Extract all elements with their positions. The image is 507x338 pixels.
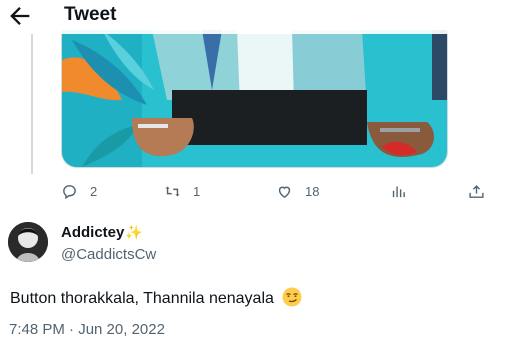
analytics-icon <box>392 186 405 197</box>
sparkles-icon: ✨ <box>125 224 143 240</box>
like-icon <box>278 186 291 198</box>
back-arrow-icon <box>10 7 30 25</box>
reply-button[interactable]: 2 <box>61 177 97 205</box>
reply-count: 2 <box>90 183 98 199</box>
author-name[interactable]: Addictey✨ <box>61 224 143 241</box>
retweet-count: 1 <box>193 183 201 199</box>
tweet-timestamp[interactable]: 7:48 PM · Jun 20, 2022 <box>9 321 165 338</box>
avatar[interactable] <box>8 222 48 262</box>
retweet-icon <box>165 186 180 196</box>
thread-connector-line <box>31 34 33 174</box>
like-button[interactable]: 18 <box>276 177 319 205</box>
top-bar: Tweet <box>0 0 507 34</box>
share-icon <box>469 184 484 198</box>
tweet-action-bar: 2 1 18 <box>0 177 507 205</box>
retweet-button[interactable]: 1 <box>164 177 200 205</box>
share-button[interactable] <box>468 177 485 205</box>
like-count: 18 <box>305 183 320 199</box>
author-name-text: Addictey <box>61 224 125 241</box>
page-title: Tweet <box>64 4 117 25</box>
tweet-text-content: Button thorakkala, Thannila nenayala <box>10 290 274 307</box>
reply-icon <box>63 184 76 199</box>
tweet-text: Button thorakkala, Thannila nenayala <box>10 287 302 308</box>
author-handle[interactable]: @CaddictsCw <box>61 246 156 263</box>
smirking-face-icon <box>282 287 302 307</box>
analytics-button[interactable] <box>390 177 407 205</box>
back-button[interactable] <box>6 2 34 30</box>
tweet-media-image[interactable] <box>61 30 448 168</box>
